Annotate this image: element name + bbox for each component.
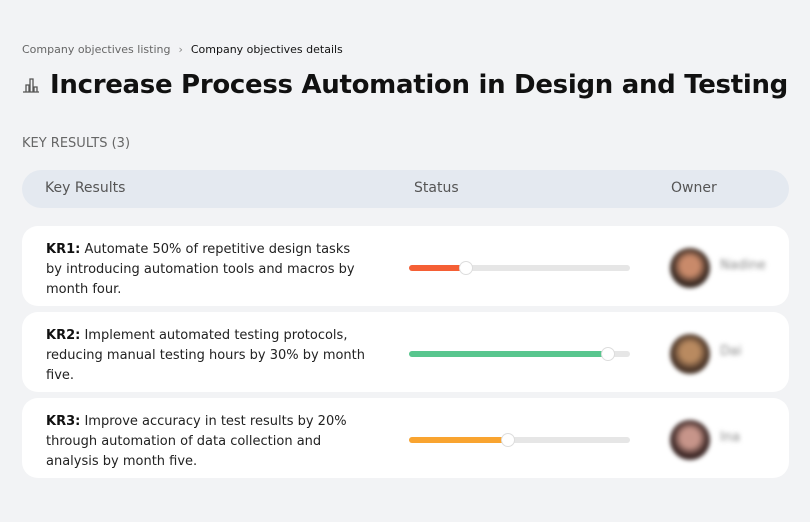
key-result-text: KR2: Implement automated testing protoco…	[46, 326, 366, 386]
breadcrumb-current: Company objectives details	[190, 43, 343, 56]
owner-name: Nadine	[720, 258, 766, 273]
key-result-text: KR3: Improve accuracy in test results by…	[46, 412, 366, 472]
breadcrumb-separator: ›	[178, 43, 183, 56]
key-results-count: KEY RESULTS (3)	[22, 136, 131, 151]
progress-slider[interactable]	[409, 261, 630, 275]
owner-name: Dai	[720, 344, 742, 359]
progress-slider[interactable]	[409, 347, 630, 361]
key-result-code: KR2:	[46, 328, 81, 343]
header-key-results: Key Results	[45, 180, 126, 196]
progress-fill	[409, 265, 467, 271]
owner-avatar	[670, 420, 710, 460]
page-title: Increase Process Automation in Design an…	[50, 70, 788, 100]
key-result-description: Automate 50% of repetitive design tasks …	[46, 242, 355, 297]
progress-handle[interactable]	[501, 433, 516, 447]
key-result-text: KR1: Automate 50% of repetitive design t…	[46, 240, 366, 300]
progress-handle[interactable]	[600, 347, 615, 361]
key-result-description: Implement automated testing protocols, r…	[46, 328, 366, 383]
building-chart-icon	[23, 78, 39, 93]
progress-fill	[409, 437, 509, 443]
table-row[interactable]: KR2: Implement automated testing protoco…	[22, 312, 789, 392]
page-header: Increase Process Automation in Design an…	[22, 70, 788, 100]
progress-slider[interactable]	[409, 433, 630, 447]
table-header: Key Results Status Owner	[22, 170, 789, 208]
owner-avatar	[670, 248, 710, 288]
progress-handle[interactable]	[459, 261, 474, 275]
key-result-code: KR1:	[46, 242, 81, 257]
key-result-description: Improve accuracy in test results by 20% …	[46, 414, 347, 469]
owner-name: Ina	[720, 430, 741, 445]
breadcrumb: Company objectives listing › Company obj…	[22, 43, 343, 56]
table-row[interactable]: KR3: Improve accuracy in test results by…	[22, 398, 789, 478]
table-row[interactable]: KR1: Automate 50% of repetitive design t…	[22, 226, 789, 306]
header-owner: Owner	[671, 180, 717, 196]
breadcrumb-parent-link[interactable]: Company objectives listing	[22, 43, 170, 56]
progress-fill	[409, 351, 608, 357]
header-status: Status	[414, 180, 459, 196]
key-result-code: KR3:	[46, 414, 81, 429]
owner-avatar	[670, 334, 710, 374]
